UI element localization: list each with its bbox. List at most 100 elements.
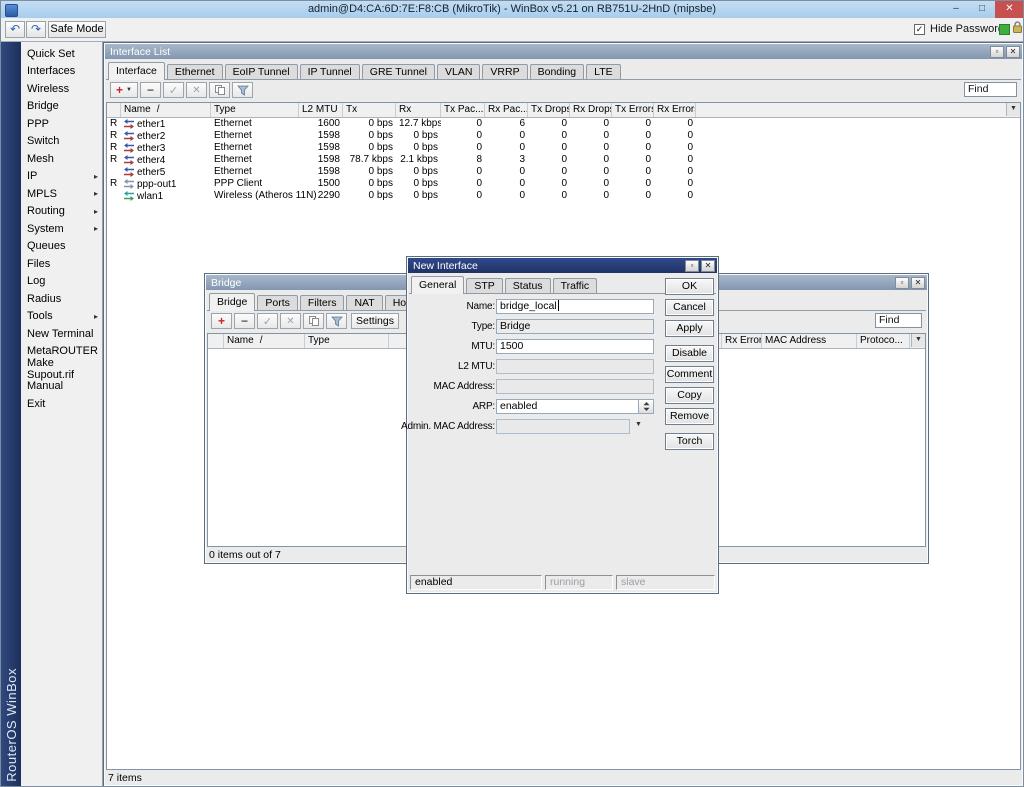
dialog-tab-traffic[interactable]: Traffic (553, 278, 598, 293)
column-header-mac-address[interactable]: MAC Address (762, 334, 857, 348)
sidebar-item-system[interactable]: System▸ (21, 220, 102, 238)
column-header-blank[interactable] (107, 103, 121, 117)
sidebar-item-routing[interactable]: Routing▸ (21, 203, 102, 221)
disable-button[interactable]: Disable (665, 345, 714, 362)
maximize-button[interactable]: □ (969, 1, 995, 18)
interface-row-ether2[interactable]: Rether2Ethernet15980 bps0 bps000000 (107, 130, 1020, 142)
toolbar-disable-button[interactable]: ✕ (186, 82, 207, 98)
redo-button[interactable]: ↷ (26, 21, 46, 38)
close-icon[interactable]: ✕ (911, 277, 925, 289)
interface-row-wlan1[interactable]: wlan1Wireless (Atheros 11N)22900 bps0 bp… (107, 190, 1020, 202)
minimize-button[interactable]: – (943, 1, 969, 18)
sidebar-item-wireless[interactable]: Wireless (21, 80, 102, 98)
column-header-type[interactable]: Type (305, 334, 389, 348)
column-header-type[interactable]: Type (211, 103, 299, 117)
apply-button[interactable]: Apply (665, 320, 714, 337)
column-header-tx-errors[interactable]: Tx Errors (612, 103, 654, 117)
column-header-tx[interactable]: Tx (343, 103, 396, 117)
restore-icon[interactable]: ▫ (990, 46, 1004, 58)
column-header-name[interactable]: Name/ (121, 103, 211, 117)
find-box[interactable]: Find (964, 82, 1017, 97)
safe-mode-button[interactable]: Safe Mode (48, 21, 106, 38)
dialog-tab-general[interactable]: General (411, 276, 464, 294)
interface-list-tab-interface[interactable]: Interface (108, 62, 165, 80)
sidebar-item-new-terminal[interactable]: New Terminal (21, 325, 102, 343)
toolbar-remove-button[interactable]: − (140, 82, 161, 98)
sidebar-item-bridge[interactable]: Bridge (21, 98, 102, 116)
column-header-tx-drops[interactable]: Tx Drops (528, 103, 570, 117)
sidebar-item-tools[interactable]: Tools▸ (21, 308, 102, 326)
sidebar-item-ppp[interactable]: PPP (21, 115, 102, 133)
sidebar-item-files[interactable]: Files (21, 255, 102, 273)
sidebar-item-interfaces[interactable]: Interfaces (21, 63, 102, 81)
find-box[interactable]: Find (875, 313, 922, 328)
interface-list-tab-eoip-tunnel[interactable]: EoIP Tunnel (225, 64, 298, 79)
close-icon[interactable]: ✕ (701, 260, 715, 272)
sidebar-item-quick-set[interactable]: Quick Set (21, 45, 102, 63)
toolbar-disable-button[interactable]: ✕ (280, 313, 301, 329)
interface-list-tab-lte[interactable]: LTE (586, 64, 620, 79)
sidebar-item-mesh[interactable]: Mesh (21, 150, 102, 168)
toolbar-copy-button[interactable] (303, 313, 324, 329)
interface-list-titlebar[interactable]: Interface List ▫ ✕ (105, 44, 1022, 59)
bridge-tab-filters[interactable]: Filters (300, 295, 345, 310)
column-header-rx[interactable]: Rx (396, 103, 441, 117)
restore-icon[interactable]: ▫ (895, 277, 909, 289)
toolbar-copy-button[interactable] (209, 82, 230, 98)
column-header-tx-pac[interactable]: Tx Pac... (441, 103, 485, 117)
close-button[interactable]: ✕ (995, 1, 1024, 18)
sidebar-item-switch[interactable]: Switch (21, 133, 102, 151)
settings-button[interactable]: Settings (351, 313, 399, 329)
dialog-titlebar[interactable]: New Interface ▫ ✕ (408, 258, 717, 273)
dropdown-arrow-icon[interactable]: ▼ (635, 421, 642, 428)
field-input-mtu[interactable]: 1500 (496, 339, 654, 354)
dialog-tab-stp[interactable]: STP (466, 278, 502, 293)
hide-passwords-checkbox[interactable]: ✓ (914, 24, 925, 35)
interface-list-tab-gre-tunnel[interactable]: GRE Tunnel (362, 64, 435, 79)
close-icon[interactable]: ✕ (1006, 46, 1020, 58)
toolbar-filter-button[interactable] (232, 82, 253, 98)
column-header-protoco[interactable]: Protoco... (857, 334, 910, 348)
dialog-tab-status[interactable]: Status (505, 278, 551, 293)
toolbar-remove-button[interactable]: − (234, 313, 255, 329)
ok-button[interactable]: OK (665, 278, 714, 295)
cancel-button[interactable]: Cancel (665, 299, 714, 316)
column-header-name[interactable]: Name/ (224, 334, 305, 348)
toolbar-filter-button[interactable] (326, 313, 347, 329)
undo-button[interactable]: ↶ (5, 21, 25, 38)
interface-list-tab-ethernet[interactable]: Ethernet (167, 64, 223, 79)
interface-row-ether5[interactable]: ether5Ethernet15980 bps0 bps000000 (107, 166, 1020, 178)
toolbar-enable-button[interactable]: ✓ (257, 313, 278, 329)
bridge-tab-nat[interactable]: NAT (346, 295, 382, 310)
sidebar-item-log[interactable]: Log (21, 273, 102, 291)
field-dropdown-arp[interactable]: enabled (496, 399, 654, 414)
column-header-rx-pac[interactable]: Rx Pac... (485, 103, 528, 117)
field-input-name[interactable]: bridge_local (496, 299, 654, 314)
restore-icon[interactable]: ▫ (685, 260, 699, 272)
interface-list-tab-vlan[interactable]: VLAN (437, 64, 480, 79)
column-header-rx-drops[interactable]: Rx Drops (570, 103, 612, 117)
interface-row-ether1[interactable]: Rether1Ethernet16000 bps12.7 kbps060000 (107, 118, 1020, 130)
toolbar-add-dropdown-button[interactable]: +▼ (110, 82, 138, 98)
remove-button[interactable]: Remove (665, 408, 714, 425)
sidebar-item-make-supout-rif[interactable]: Make Supout.rif (21, 360, 102, 378)
column-header-blank[interactable] (208, 334, 224, 348)
comment-button[interactable]: Comment (665, 366, 714, 383)
interface-row-ether4[interactable]: Rether4Ethernet159878.7 kbps2.1 kbps8300… (107, 154, 1020, 166)
interface-row-ppp-out1[interactable]: Rppp-out1PPP Client15000 bps0 bps000000 (107, 178, 1020, 190)
toolbar-enable-button[interactable]: ✓ (163, 82, 184, 98)
toolbar-add-button[interactable]: + (211, 313, 232, 329)
updown-arrows-icon[interactable] (638, 400, 653, 413)
copy-button[interactable]: Copy (665, 387, 714, 404)
sidebar-item-mpls[interactable]: MPLS▸ (21, 185, 102, 203)
interface-list-tab-vrrp[interactable]: VRRP (482, 64, 527, 79)
column-header-l2-mtu[interactable]: L2 MTU (299, 103, 343, 117)
sidebar-item-exit[interactable]: Exit (21, 395, 102, 413)
bridge-tab-ports[interactable]: Ports (257, 295, 298, 310)
interface-list-tab-bonding[interactable]: Bonding (530, 64, 585, 79)
column-header-rx-errors[interactable]: Rx Errors (722, 334, 762, 348)
torch-button[interactable]: Torch (665, 433, 714, 450)
interface-list-tab-ip-tunnel[interactable]: IP Tunnel (300, 64, 360, 79)
bridge-tab-bridge[interactable]: Bridge (209, 293, 255, 311)
sidebar-item-ip[interactable]: IP▸ (21, 168, 102, 186)
